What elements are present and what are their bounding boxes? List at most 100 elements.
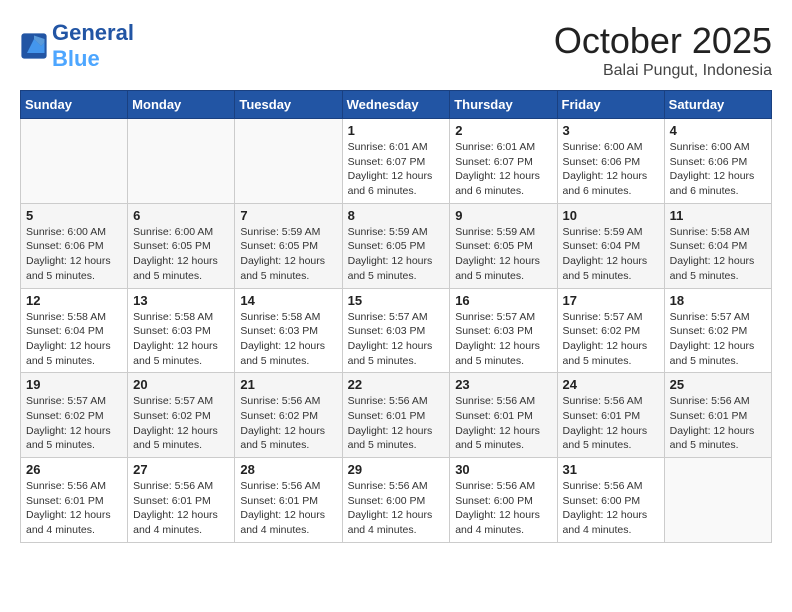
calendar-cell: 21Sunrise: 5:56 AM Sunset: 6:02 PM Dayli…	[235, 373, 342, 458]
logo-line1: General	[52, 20, 134, 45]
day-number: 10	[563, 208, 659, 223]
day-info: Sunrise: 5:56 AM Sunset: 6:01 PM Dayligh…	[348, 394, 445, 453]
day-info: Sunrise: 6:00 AM Sunset: 6:06 PM Dayligh…	[563, 140, 659, 199]
day-number: 13	[133, 293, 229, 308]
weekday-header-tuesday: Tuesday	[235, 91, 342, 119]
day-info: Sunrise: 5:59 AM Sunset: 6:05 PM Dayligh…	[240, 225, 336, 284]
calendar-cell: 2 Sunrise: 6:01 AM Sunset: 6:07 PM Daylig…	[450, 119, 557, 204]
day-info: Sunrise: 5:57 AM Sunset: 6:02 PM Dayligh…	[133, 394, 229, 453]
title-block: October 2025 Balai Pungut, Indonesia	[554, 20, 772, 80]
calendar-cell: 31Sunrise: 5:56 AM Sunset: 6:00 PM Dayli…	[557, 458, 664, 543]
day-info: Sunrise: 5:57 AM Sunset: 6:02 PM Dayligh…	[670, 310, 766, 369]
day-number: 5	[26, 208, 122, 223]
calendar-cell: 30Sunrise: 5:56 AM Sunset: 6:00 PM Dayli…	[450, 458, 557, 543]
day-number: 22	[348, 377, 445, 392]
day-info: Sunrise: 6:01 AM Sunset: 6:07 PM Dayligh…	[455, 140, 551, 199]
day-number: 23	[455, 377, 551, 392]
calendar-cell: 17 Sunrise: 5:57 AM Sunset: 6:02 PM Dayli…	[557, 288, 664, 373]
location-subtitle: Balai Pungut, Indonesia	[554, 62, 772, 80]
logo-text: General Blue	[52, 20, 134, 73]
day-info: Sunrise: 5:59 AM Sunset: 6:05 PM Dayligh…	[348, 225, 445, 284]
day-number: 3	[563, 123, 659, 138]
day-info: Sunrise: 5:56 AM Sunset: 6:01 PM Dayligh…	[670, 394, 766, 453]
day-number: 31	[563, 462, 659, 477]
day-info: Sunrise: 5:59 AM Sunset: 6:04 PM Dayligh…	[563, 225, 659, 284]
day-info: Sunrise: 5:56 AM Sunset: 6:01 PM Dayligh…	[26, 479, 122, 538]
calendar-cell: 29 Sunrise: 5:56 AM Sunset: 6:00 PM Dayli…	[342, 458, 450, 543]
weekday-header-wednesday: Wednesday	[342, 91, 450, 119]
calendar-cell: 23 Sunrise: 5:56 AM Sunset: 6:01 PM Dayli…	[450, 373, 557, 458]
calendar-cell: 15 Sunrise: 5:57 AM Sunset: 6:03 PM Dayli…	[342, 288, 450, 373]
weekday-header-row: SundayMondayTuesdayWednesdayThursdayFrid…	[21, 91, 772, 119]
calendar-week-row: 19Sunrise: 5:57 AM Sunset: 6:02 PM Dayli…	[21, 373, 772, 458]
day-number: 26	[26, 462, 122, 477]
day-info: Sunrise: 5:56 AM Sunset: 6:01 PM Dayligh…	[240, 479, 336, 538]
day-number: 27	[133, 462, 229, 477]
calendar-cell	[235, 119, 342, 204]
day-number: 7	[240, 208, 336, 223]
logo: General Blue	[20, 20, 134, 73]
day-info: Sunrise: 5:56 AM Sunset: 6:01 PM Dayligh…	[455, 394, 551, 453]
day-number: 6	[133, 208, 229, 223]
day-info: Sunrise: 5:56 AM Sunset: 6:01 PM Dayligh…	[133, 479, 229, 538]
day-number: 25	[670, 377, 766, 392]
day-number: 20	[133, 377, 229, 392]
calendar-cell: 25 Sunrise: 5:56 AM Sunset: 6:01 PM Dayli…	[664, 373, 771, 458]
day-info: Sunrise: 5:57 AM Sunset: 6:02 PM Dayligh…	[26, 394, 122, 453]
calendar-week-row: 1 Sunrise: 6:01 AM Sunset: 6:07 PM Daylig…	[21, 119, 772, 204]
weekday-header-saturday: Saturday	[664, 91, 771, 119]
weekday-header-monday: Monday	[128, 91, 235, 119]
day-info: Sunrise: 6:01 AM Sunset: 6:07 PM Dayligh…	[348, 140, 445, 199]
day-info: Sunrise: 6:00 AM Sunset: 6:06 PM Dayligh…	[26, 225, 122, 284]
calendar-cell: 3 Sunrise: 6:00 AM Sunset: 6:06 PM Daylig…	[557, 119, 664, 204]
day-info: Sunrise: 5:57 AM Sunset: 6:03 PM Dayligh…	[348, 310, 445, 369]
day-number: 11	[670, 208, 766, 223]
calendar-cell: 26 Sunrise: 5:56 AM Sunset: 6:01 PM Dayli…	[21, 458, 128, 543]
day-info: Sunrise: 5:58 AM Sunset: 6:03 PM Dayligh…	[133, 310, 229, 369]
calendar-cell: 12 Sunrise: 5:58 AM Sunset: 6:04 PM Dayli…	[21, 288, 128, 373]
day-info: Sunrise: 5:58 AM Sunset: 6:04 PM Dayligh…	[670, 225, 766, 284]
calendar-cell: 9Sunrise: 5:59 AM Sunset: 6:05 PM Daylig…	[450, 203, 557, 288]
weekday-header-thursday: Thursday	[450, 91, 557, 119]
calendar-week-row: 26 Sunrise: 5:56 AM Sunset: 6:01 PM Dayli…	[21, 458, 772, 543]
day-number: 29	[348, 462, 445, 477]
calendar-cell: 1 Sunrise: 6:01 AM Sunset: 6:07 PM Daylig…	[342, 119, 450, 204]
calendar-cell: 24 Sunrise: 5:56 AM Sunset: 6:01 PM Dayli…	[557, 373, 664, 458]
calendar-cell: 28 Sunrise: 5:56 AM Sunset: 6:01 PM Dayli…	[235, 458, 342, 543]
month-title: October 2025	[554, 20, 772, 62]
day-number: 16	[455, 293, 551, 308]
day-info: Sunrise: 6:00 AM Sunset: 6:06 PM Dayligh…	[670, 140, 766, 199]
calendar-week-row: 5 Sunrise: 6:00 AM Sunset: 6:06 PM Daylig…	[21, 203, 772, 288]
logo-line2: Blue	[52, 46, 100, 71]
calendar-cell: 11 Sunrise: 5:58 AM Sunset: 6:04 PM Dayli…	[664, 203, 771, 288]
calendar-cell: 4 Sunrise: 6:00 AM Sunset: 6:06 PM Daylig…	[664, 119, 771, 204]
logo-icon	[20, 32, 48, 60]
calendar-cell: 5 Sunrise: 6:00 AM Sunset: 6:06 PM Daylig…	[21, 203, 128, 288]
calendar-cell: 7 Sunrise: 5:59 AM Sunset: 6:05 PM Daylig…	[235, 203, 342, 288]
calendar-cell: 20 Sunrise: 5:57 AM Sunset: 6:02 PM Dayli…	[128, 373, 235, 458]
day-info: Sunrise: 6:00 AM Sunset: 6:05 PM Dayligh…	[133, 225, 229, 284]
day-number: 24	[563, 377, 659, 392]
day-number: 4	[670, 123, 766, 138]
weekday-header-friday: Friday	[557, 91, 664, 119]
calendar-cell: 22 Sunrise: 5:56 AM Sunset: 6:01 PM Dayli…	[342, 373, 450, 458]
day-info: Sunrise: 5:57 AM Sunset: 6:03 PM Dayligh…	[455, 310, 551, 369]
day-info: Sunrise: 5:57 AM Sunset: 6:02 PM Dayligh…	[563, 310, 659, 369]
day-info: Sunrise: 5:56 AM Sunset: 6:00 PM Dayligh…	[455, 479, 551, 538]
day-number: 2	[455, 123, 551, 138]
calendar-cell	[21, 119, 128, 204]
calendar-cell: 14Sunrise: 5:58 AM Sunset: 6:03 PM Dayli…	[235, 288, 342, 373]
day-number: 12	[26, 293, 122, 308]
day-number: 21	[240, 377, 336, 392]
calendar-cell: 10 Sunrise: 5:59 AM Sunset: 6:04 PM Dayli…	[557, 203, 664, 288]
day-number: 15	[348, 293, 445, 308]
page-header: General Blue October 2025 Balai Pungut, …	[20, 20, 772, 80]
day-number: 1	[348, 123, 445, 138]
day-info: Sunrise: 5:58 AM Sunset: 6:04 PM Dayligh…	[26, 310, 122, 369]
day-info: Sunrise: 5:58 AM Sunset: 6:03 PM Dayligh…	[240, 310, 336, 369]
day-info: Sunrise: 5:56 AM Sunset: 6:01 PM Dayligh…	[563, 394, 659, 453]
calendar-cell: 19Sunrise: 5:57 AM Sunset: 6:02 PM Dayli…	[21, 373, 128, 458]
day-number: 17	[563, 293, 659, 308]
day-info: Sunrise: 5:56 AM Sunset: 6:00 PM Dayligh…	[348, 479, 445, 538]
day-number: 28	[240, 462, 336, 477]
